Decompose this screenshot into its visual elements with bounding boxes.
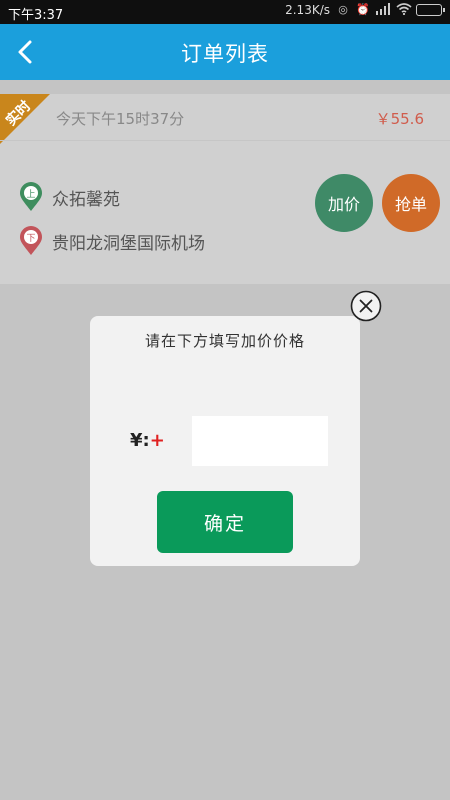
pickup-row: 上 众拓馨苑: [18, 182, 120, 212]
close-dialog-button[interactable]: [350, 290, 382, 322]
close-circle-icon: [350, 290, 382, 322]
add-price-button[interactable]: 加价: [315, 174, 373, 232]
confirm-button[interactable]: 确定: [157, 491, 293, 553]
pickup-marker: 上: [26, 189, 35, 200]
nav-bar: 订单列表: [0, 24, 450, 80]
order-card[interactable]: 实时 今天下午15时37分 ￥55.6 上 众拓馨苑 下 贵阳龙洞堡国际机场 加…: [0, 94, 450, 284]
add-price-dialog: 请在下方填写加价价格 ¥:+ 确定: [90, 316, 360, 566]
sync-icon: ◎: [338, 3, 348, 16]
status-bar: 下午3:37 2.13K/s ◎ ⏰: [0, 0, 450, 24]
currency-symbol: ¥:: [130, 430, 150, 451]
divider: [0, 140, 450, 141]
alarm-icon: ⏰: [356, 3, 370, 16]
order-time: 今天下午15时37分: [56, 110, 185, 128]
pickup-location: 众拓馨苑: [52, 189, 120, 210]
currency-label: ¥:+: [130, 430, 165, 451]
dropoff-pin-icon: 下: [20, 226, 42, 255]
wifi-icon: [396, 3, 412, 17]
dialog-title: 请在下方填写加价价格: [144, 332, 305, 350]
page-title: 订单列表: [181, 42, 269, 66]
order-price: ￥55.6: [375, 110, 424, 128]
battery-icon: [416, 4, 445, 16]
dropoff-marker: 下: [26, 234, 35, 244]
grab-order-button[interactable]: 抢单: [382, 174, 440, 232]
network-speed: 2.13K/s: [285, 3, 330, 17]
signal-icon: [376, 3, 390, 17]
required-mark: +: [149, 430, 165, 451]
realtime-badge: 实时: [0, 94, 50, 144]
price-input[interactable]: [192, 416, 328, 466]
pickup-pin-icon: 上: [20, 182, 42, 211]
status-icons: 2.13K/s ◎ ⏰: [285, 3, 445, 17]
status-time: 下午3:37: [8, 8, 64, 23]
dropoff-location: 贵阳龙洞堡国际机场: [52, 233, 205, 254]
dropoff-row: 下 贵阳龙洞堡国际机场: [18, 226, 205, 256]
